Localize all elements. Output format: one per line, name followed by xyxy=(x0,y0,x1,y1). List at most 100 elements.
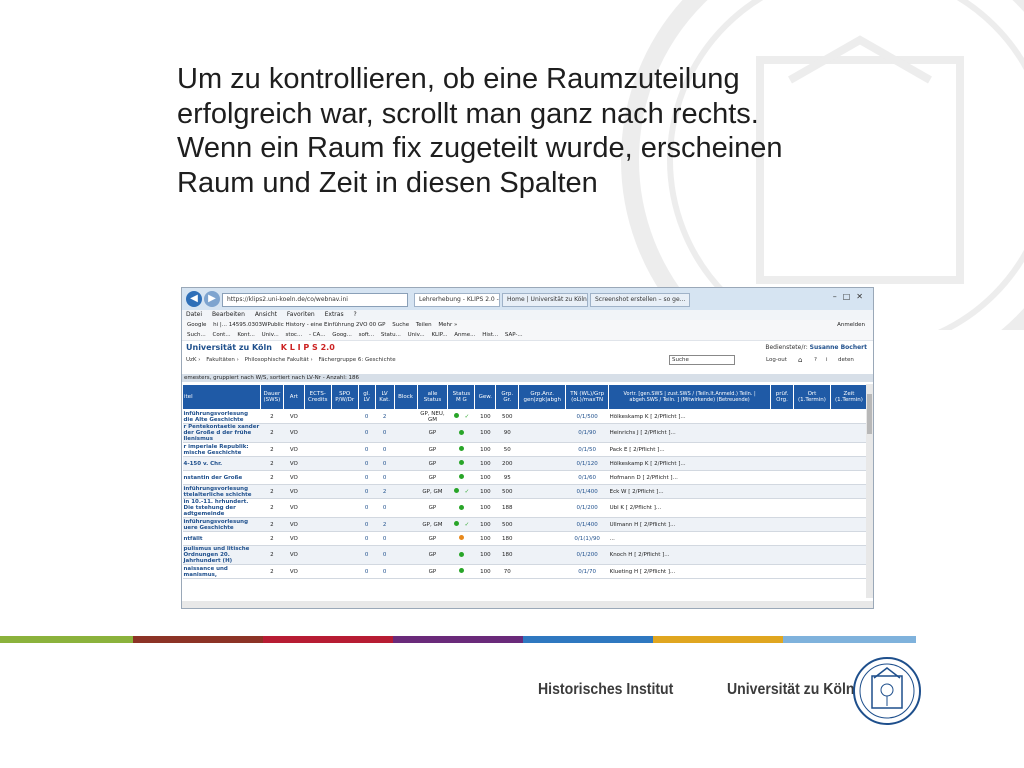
fav-item[interactable]: - CA... xyxy=(309,332,325,338)
course-title-cell[interactable]: inführungsvorlesung uere Geschichte xyxy=(182,517,261,532)
menu-ansicht[interactable]: Ansicht xyxy=(255,311,277,318)
col-grp-anz[interactable]: Grp.Anz. gen|zgk|abgh xyxy=(518,384,567,410)
sign-in-link[interactable]: Anmelden xyxy=(837,320,865,330)
col-alle-status[interactable]: alle Status xyxy=(416,384,449,410)
lv-kat-cell[interactable]: 0 xyxy=(375,442,395,457)
gl-lv-cell[interactable]: 0 xyxy=(358,498,376,518)
col-lv-kat[interactable]: LV Kat. xyxy=(374,384,395,410)
col-gl-lv[interactable]: gl. LV xyxy=(357,384,376,410)
table-row[interactable]: inführungsvorlesung uere Geschichte 2 VO 0 2… xyxy=(182,517,868,532)
table-row[interactable]: in 10.-11. hrhundert. Die tstehung der a… xyxy=(182,498,868,518)
fav-item[interactable]: Statu... xyxy=(381,332,401,338)
gl-lv-cell[interactable]: 0 xyxy=(358,545,376,565)
tn-cell[interactable]: 0/1(1)/90 xyxy=(565,531,609,546)
tn-cell[interactable]: 0/1/60 xyxy=(565,470,609,485)
gl-lv-cell[interactable]: 0 xyxy=(358,531,376,546)
info-icon[interactable]: i xyxy=(826,355,828,365)
course-title-cell[interactable]: in 10.-11. hrhundert. Die tstehung der a… xyxy=(182,498,261,518)
table-row[interactable]: nstantin der Große 2 VO 0 0 GP 100 95 0/1/60 Hofm… xyxy=(182,470,868,485)
course-title-cell[interactable]: inführungsvorlesung die Alte Geschichte xyxy=(182,409,261,424)
table-row[interactable]: pulismus und litische Ordnungen 20. Jahr… xyxy=(182,545,868,565)
fav-item[interactable]: Kont... xyxy=(237,332,255,338)
lv-kat-cell[interactable]: 0 xyxy=(375,545,395,565)
vertical-scrollbar[interactable] xyxy=(866,384,873,598)
more-button[interactable]: Mehr » xyxy=(438,322,457,328)
lv-kat-cell[interactable]: 0 xyxy=(375,498,395,518)
google-search-button[interactable]: Suche xyxy=(392,322,409,328)
course-title-cell[interactable]: ntfällt xyxy=(182,531,261,546)
klips-logo[interactable]: Universität zu Köln K L I P S 2.0 xyxy=(186,343,335,352)
tn-cell[interactable]: 0/1/70 xyxy=(565,564,609,579)
col-status-mg[interactable]: Status M G xyxy=(447,384,476,410)
window-controls[interactable]: –□✕ xyxy=(833,292,869,301)
table-row[interactable]: inführungsvorlesung ttelalterliche schic… xyxy=(182,484,868,499)
menu-favoriten[interactable]: Favoriten xyxy=(287,311,315,318)
tab-screenshot[interactable]: Screenshot erstellen – so ge... xyxy=(590,293,690,307)
gl-lv-cell[interactable]: 0 xyxy=(358,456,376,471)
gl-lv-cell[interactable]: 0 xyxy=(358,470,376,485)
gl-lv-cell[interactable]: 0 xyxy=(358,423,376,443)
course-title-cell[interactable]: r imperiale Republik: mische Geschichte xyxy=(182,442,261,457)
fav-item[interactable]: Univ... xyxy=(408,332,425,338)
menu-extras[interactable]: Extras xyxy=(325,311,344,318)
col-ort[interactable]: Ort (1.Termin) xyxy=(793,384,831,410)
logout-link[interactable]: Log-out xyxy=(766,355,787,365)
course-title-cell[interactable]: r Pentekontaetie xander der Große d der … xyxy=(182,423,261,443)
table-row[interactable]: inführungsvorlesung die Alte Geschichte 2… xyxy=(182,409,868,424)
lv-kat-cell[interactable]: 2 xyxy=(375,409,395,424)
fav-item[interactable]: Cont... xyxy=(212,332,230,338)
lv-kat-cell[interactable]: 0 xyxy=(375,564,395,579)
breadcrumb-item[interactable]: Fächergruppe 6: Geschichte xyxy=(318,357,395,363)
col-spo[interactable]: SPO P/W/Dr xyxy=(330,384,359,410)
tab-home[interactable]: Home | Universität zu Köln xyxy=(502,293,588,307)
col-gew[interactable]: Gew. xyxy=(474,384,497,410)
fav-item[interactable]: stoc... xyxy=(286,332,303,338)
google-search-input[interactable]: hi |... 14595.0303WPublic History - eine… xyxy=(213,322,385,328)
fav-item[interactable]: Anme... xyxy=(454,332,475,338)
menu-datei[interactable]: Datei xyxy=(186,311,202,318)
table-row[interactable]: r Pentekontaetie xander der Große d der … xyxy=(182,423,868,443)
fav-item[interactable]: Goog... xyxy=(332,332,352,338)
course-title-cell[interactable]: nstantin der Große xyxy=(182,470,261,485)
course-title-cell[interactable]: 4-150 v. Chr. xyxy=(182,456,261,471)
col-ects[interactable]: ECTS-Credits xyxy=(303,384,332,410)
course-title-cell[interactable]: inführungsvorlesung ttelalterliche schic… xyxy=(182,484,261,499)
gl-lv-cell[interactable]: 0 xyxy=(358,564,376,579)
course-title-cell[interactable]: pulismus und litische Ordnungen 20. Jahr… xyxy=(182,545,261,565)
lv-kat-cell[interactable]: 0 xyxy=(375,456,395,471)
col-block[interactable]: Block xyxy=(393,384,418,410)
fav-item[interactable]: soft... xyxy=(359,332,374,338)
lv-kat-cell[interactable]: 2 xyxy=(375,517,395,532)
user-name[interactable]: Susanne Bochert xyxy=(810,344,867,351)
tab-klips[interactable]: Lehrerhebung - KLIPS 2.0 - ... xyxy=(414,293,500,307)
breadcrumb-item[interactable]: Fakultäten xyxy=(206,357,235,363)
col-tn[interactable]: TN (WL)/Grp (oL)/maxTN xyxy=(565,384,610,410)
col-art[interactable]: Art xyxy=(282,384,305,410)
col-grp-gr[interactable]: Grp. Gr. xyxy=(495,384,520,410)
gl-lv-cell[interactable]: 0 xyxy=(358,517,376,532)
col-zeit[interactable]: Zeit (1.Termin) xyxy=(829,384,869,410)
menu-bearbeiten[interactable]: Bearbeiten xyxy=(212,311,245,318)
fav-item[interactable]: SAP-... xyxy=(505,332,523,338)
horizontal-scrollbar[interactable] xyxy=(182,601,873,608)
col-title[interactable]: itel xyxy=(182,384,261,410)
tn-cell[interactable]: 0/1/200 xyxy=(565,498,609,518)
table-row[interactable]: naissance und manismus, 2 VO 0 0 GP 100 70 0/1/7… xyxy=(182,564,868,579)
tn-cell[interactable]: 0/1/500 xyxy=(565,409,609,424)
col-pruef[interactable]: prüf. Org. xyxy=(770,384,794,410)
tn-cell[interactable]: 0/1/400 xyxy=(565,484,609,499)
gl-lv-cell[interactable]: 0 xyxy=(358,484,376,499)
address-bar[interactable]: https://klips2.uni-koeln.de/co/webnav.in… xyxy=(222,293,408,307)
breadcrumb-item[interactable]: Philosophische Fakultät xyxy=(245,357,309,363)
tn-cell[interactable]: 0/1/120 xyxy=(565,456,609,471)
lv-kat-cell[interactable]: 0 xyxy=(375,423,395,443)
lv-kat-cell[interactable]: 0 xyxy=(375,531,395,546)
breadcrumb-item[interactable]: UzK xyxy=(186,357,197,363)
col-vortr[interactable]: Vortr. [gen.SWS | zust.SWS / (Teiln.lt.A… xyxy=(608,384,772,410)
tn-cell[interactable]: 0/1/400 xyxy=(565,517,609,532)
fav-item[interactable]: Such... xyxy=(187,332,206,338)
lv-kat-cell[interactable]: 0 xyxy=(375,470,395,485)
lv-kat-cell[interactable]: 2 xyxy=(375,484,395,499)
table-row[interactable]: ntfällt 2 VO 0 0 GP 100 180 0/1(1)/90... xyxy=(182,531,868,546)
gl-lv-cell[interactable]: 0 xyxy=(358,409,376,424)
